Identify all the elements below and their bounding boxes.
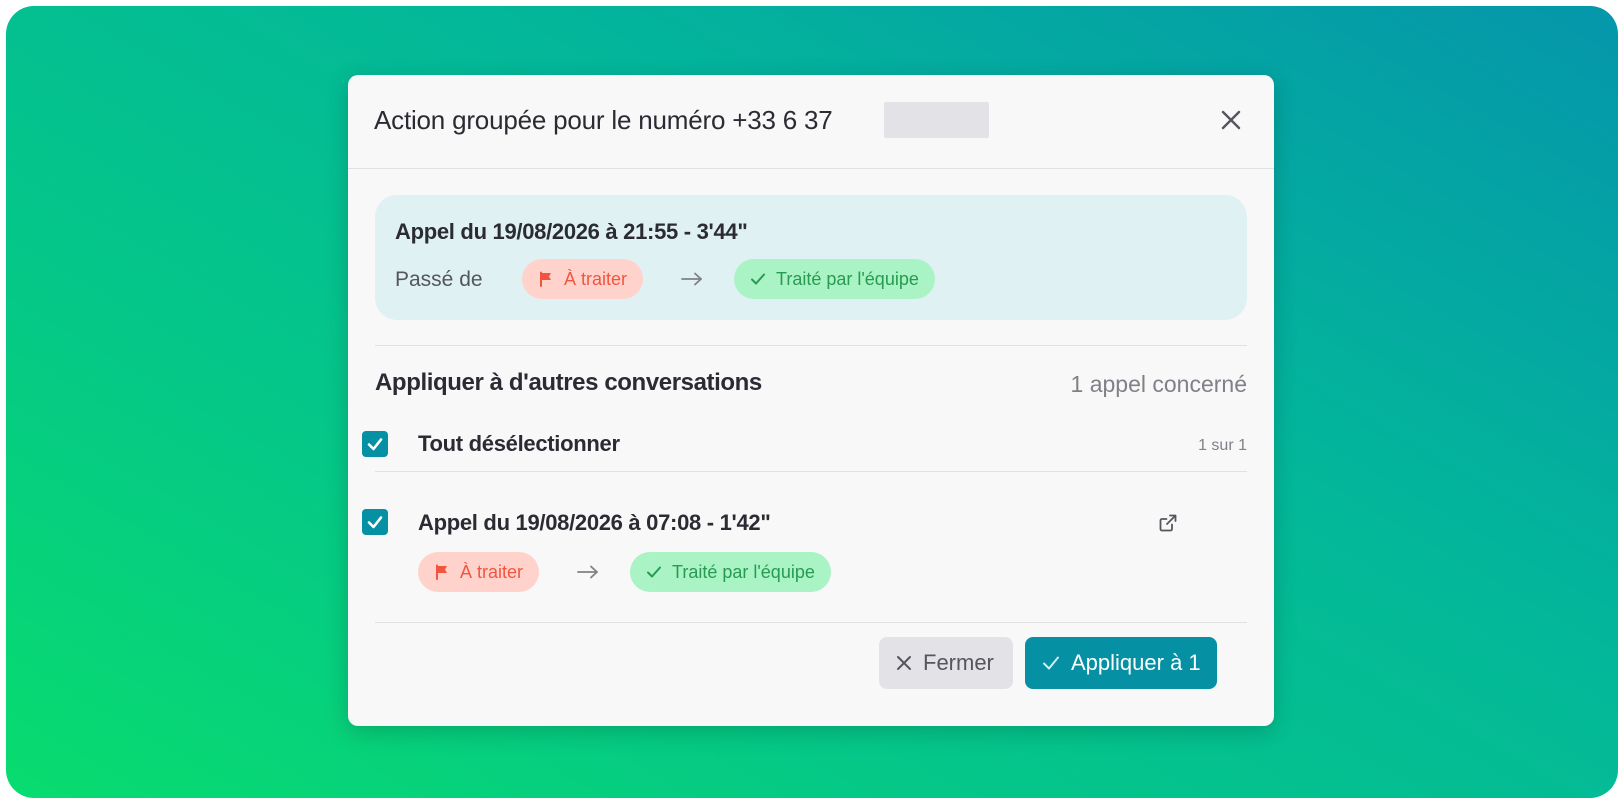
divider: [375, 622, 1247, 623]
flag-icon: [436, 564, 447, 580]
affected-calls-count: 1 appel concerné: [1070, 371, 1247, 397]
flag-icon: [540, 271, 551, 287]
close-icon[interactable]: [1216, 105, 1246, 135]
call-item-checkbox[interactable]: [362, 509, 388, 535]
divider: [375, 471, 1247, 472]
status-badge-to-process: À traiter: [522, 259, 644, 299]
call-item-title: Appel du 19/08/2026 à 07:08 - 1'42": [418, 510, 771, 535]
apply-button-label: Appliquer à 1: [1071, 650, 1201, 675]
status-badge-handled: Traité par l'équipe: [630, 552, 831, 592]
status-label: Traité par l'équipe: [672, 561, 815, 582]
status-badge-handled: Traité par l'équipe: [734, 259, 935, 299]
check-icon: [1043, 656, 1059, 670]
status-badge-to-process: À traiter: [418, 552, 540, 592]
current-call-title: Appel du 19/08/2026 à 21:55 - 3'44": [395, 219, 748, 244]
check-icon: [367, 516, 383, 529]
close-button[interactable]: Fermer: [879, 637, 1013, 689]
passed-from-label: Passé de: [395, 268, 483, 291]
divider: [375, 345, 1247, 346]
external-link-icon[interactable]: [1157, 512, 1179, 534]
select-all-checkbox[interactable]: [362, 431, 388, 457]
status-label: À traiter: [460, 561, 524, 582]
apply-button[interactable]: Appliquer à 1: [1025, 637, 1217, 689]
check-icon: [647, 566, 661, 578]
apply-section-title: Appliquer à d'autres conversations: [375, 369, 762, 396]
status-label: Traité par l'équipe: [776, 268, 919, 289]
arrow-right-icon: [681, 272, 702, 286]
close-button-label: Fermer: [923, 650, 994, 675]
group-action-dialog: Action groupée pour le numéro +33 6 37 A…: [348, 75, 1274, 726]
current-call-summary: Appel du 19/08/2026 à 21:55 - 3'44" Pass…: [375, 195, 1247, 320]
close-icon: [897, 656, 911, 670]
dialog-title: Action groupée pour le numéro +33 6 37: [374, 105, 833, 135]
arrow-right-icon: [577, 565, 598, 579]
deselect-all-label[interactable]: Tout désélectionner: [418, 431, 620, 457]
check-icon: [751, 273, 765, 285]
selection-count: 1 sur 1: [1198, 437, 1247, 454]
redacted-phone-number: [884, 102, 989, 138]
status-label: À traiter: [564, 268, 628, 289]
dialog-header: Action groupée pour le numéro +33 6 37: [348, 75, 1274, 169]
check-icon: [367, 438, 383, 451]
